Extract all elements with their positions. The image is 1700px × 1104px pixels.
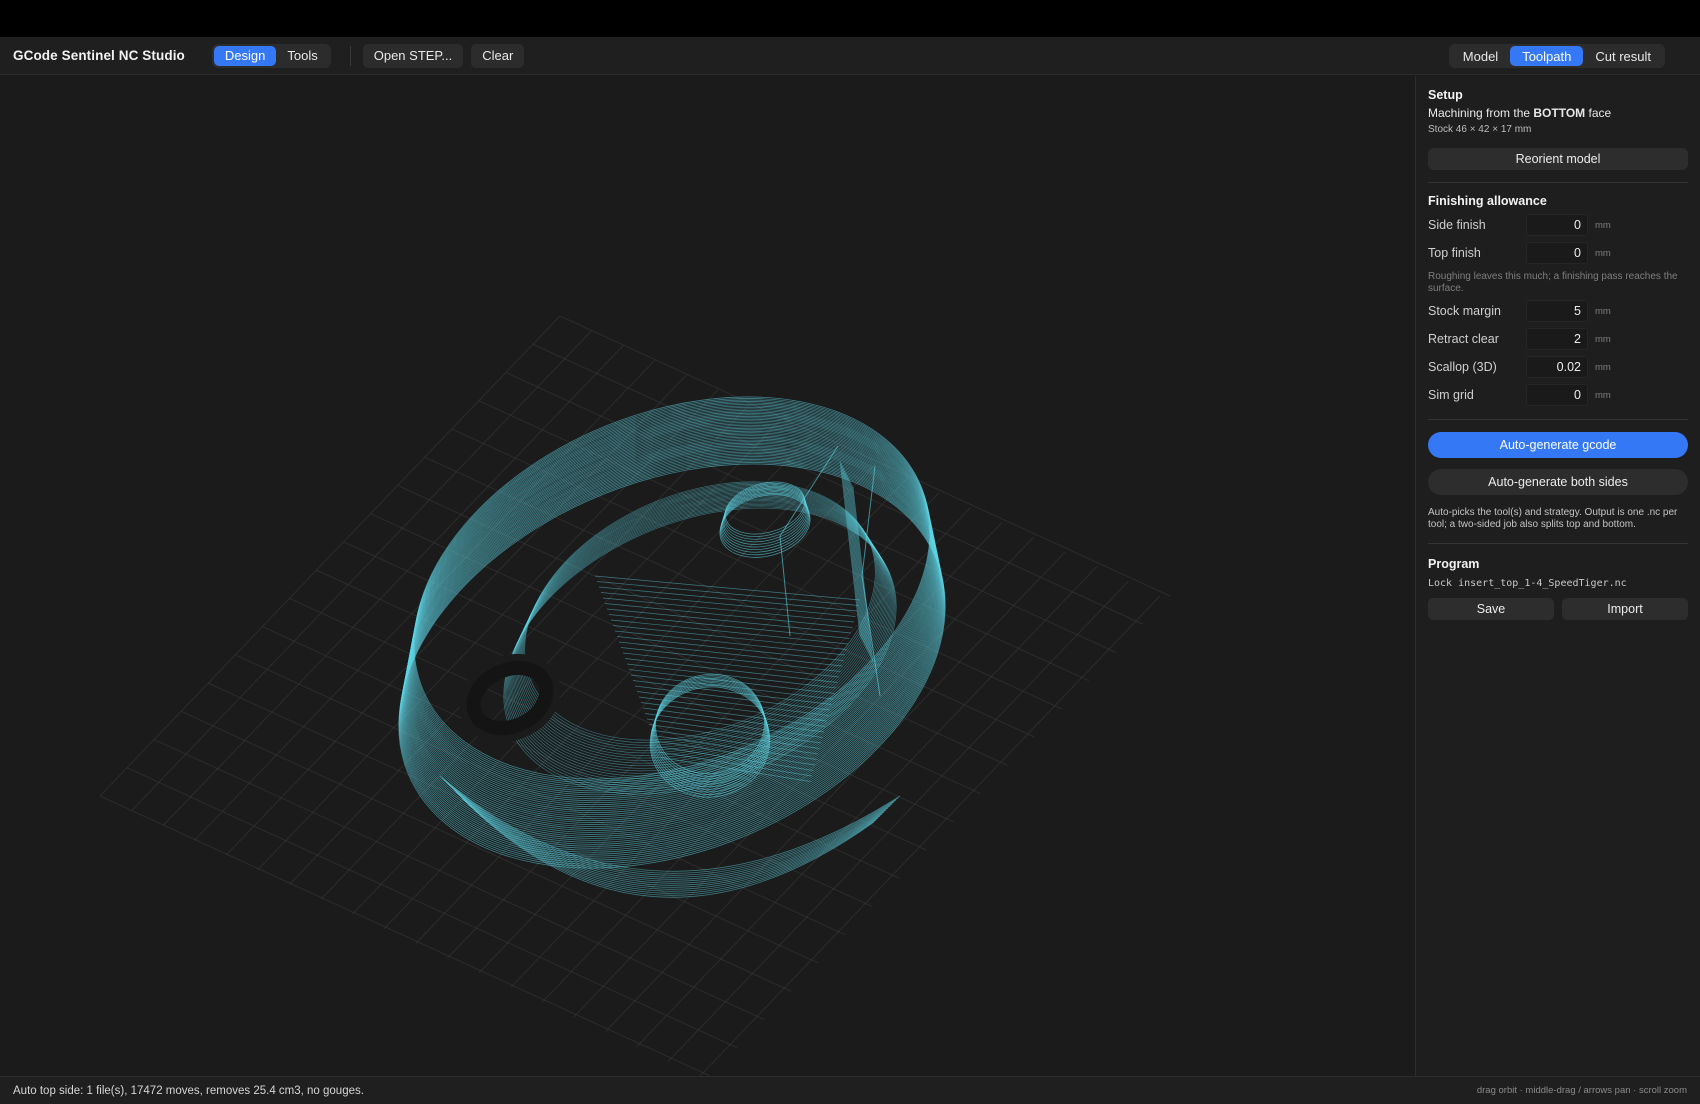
retract-clear-row: Retract clear 2 mm (1428, 328, 1688, 350)
clear-button[interactable]: Clear (471, 43, 525, 68)
toolbar: GCode Sentinel NC Studio Design Tools Op… (0, 37, 1700, 75)
program-file: Lock insert_top_1-4_SpeedTiger.nc (1428, 578, 1627, 589)
tab-tools[interactable]: Tools (276, 46, 328, 66)
divider (1428, 182, 1688, 183)
side-finish-unit: mm (1595, 219, 1611, 231)
top-finish-input[interactable]: 0 (1526, 242, 1588, 264)
auto-generate-both-sides-button[interactable]: Auto-generate both sides (1428, 469, 1688, 495)
top-finish-unit: mm (1595, 247, 1611, 259)
stock-margin-row: Stock margin 5 mm (1428, 300, 1688, 322)
toolpath-scene[interactable] (0, 76, 1415, 1076)
toolpath-segment (598, 586, 858, 612)
save-button[interactable]: Save (1428, 598, 1554, 620)
program-title: Program (1428, 557, 1480, 571)
toolpath-segment (847, 476, 869, 653)
toolpath-wireframe (398, 396, 946, 898)
import-button[interactable]: Import (1562, 598, 1688, 620)
divider (1428, 419, 1688, 420)
open-step-button[interactable]: Open STEP... (362, 43, 464, 68)
scallop-row: Scallop (3D) 0.02 mm (1428, 356, 1688, 378)
3d-viewport[interactable] (0, 76, 1415, 1076)
machining-face-text: Machining from the BOTTOM face (1428, 106, 1611, 120)
view-tabs: Model Toolpath Cut result (1448, 44, 1665, 68)
sim-grid-unit: mm (1595, 389, 1611, 401)
finishing-title: Finishing allowance (1428, 194, 1547, 208)
viewport-controls-hint: drag orbit · middle-drag / arrows pan · … (1476, 1085, 1687, 1096)
mode-tabs: Design Tools (211, 43, 331, 68)
stock-margin-label: Stock margin (1428, 304, 1501, 318)
sim-grid-label: Sim grid (1428, 388, 1474, 402)
sim-grid-row: Sim grid 0 mm (1428, 384, 1688, 406)
side-finish-row: Side finish 0 mm (1428, 214, 1688, 236)
tab-cut-result[interactable]: Cut result (1583, 46, 1663, 66)
toolpath-segment (844, 470, 866, 647)
toolbar-divider (349, 45, 351, 66)
tab-design[interactable]: Design (213, 45, 277, 66)
reorient-model-button[interactable]: Reorient model (1428, 148, 1688, 170)
machining-face: BOTTOM (1533, 106, 1586, 120)
finishing-hint: Roughing leaves this much; a finishing p… (1428, 271, 1678, 294)
tab-model[interactable]: Model (1451, 46, 1510, 66)
toolpath-segment (596, 581, 859, 606)
side-finish-label: Side finish (1428, 218, 1486, 232)
generate-note: Auto-picks the tool(s) and strategy. Out… (1428, 507, 1678, 530)
retract-clear-unit: mm (1595, 333, 1611, 345)
setup-title: Setup (1428, 88, 1463, 102)
side-finish-input[interactable]: 0 (1526, 214, 1588, 236)
top-finish-row: Top finish 0 mm (1428, 242, 1688, 264)
divider (1428, 543, 1688, 544)
scene-line (126, 767, 738, 1049)
auto-generate-gcode-button[interactable]: Auto-generate gcode (1428, 432, 1688, 458)
sim-grid-input[interactable]: 0 (1526, 384, 1588, 406)
status-message: Auto top side: 1 file(s), 17472 moves, r… (13, 1084, 364, 1097)
scallop-input[interactable]: 0.02 (1526, 356, 1588, 378)
window-titlebar (0, 0, 1700, 37)
scene-line (510, 507, 971, 988)
stock-size: Stock 46 × 42 × 17 mm (1428, 124, 1532, 135)
side-panel: Setup Machining from the BOTTOM face Sto… (1415, 76, 1700, 1076)
retract-clear-label: Retract clear (1428, 332, 1499, 346)
scallop-label: Scallop (3D) (1428, 360, 1497, 374)
machining-prefix: Machining from the (1428, 106, 1531, 120)
scene-line (383, 448, 845, 929)
scene-line (99, 795, 711, 1076)
scallop-unit: mm (1595, 361, 1611, 373)
scene-line (573, 536, 1035, 1018)
app-title: GCode Sentinel NC Studio (13, 48, 185, 63)
stock-margin-unit: mm (1595, 305, 1611, 317)
status-bar: Auto top side: 1 file(s), 17472 moves, r… (0, 1076, 1700, 1104)
top-finish-label: Top finish (1428, 246, 1481, 260)
stock-margin-input[interactable]: 5 (1526, 300, 1588, 322)
tab-toolpath[interactable]: Toolpath (1510, 46, 1584, 66)
machining-suffix: face (1588, 106, 1612, 120)
retract-clear-input[interactable]: 2 (1526, 328, 1588, 350)
